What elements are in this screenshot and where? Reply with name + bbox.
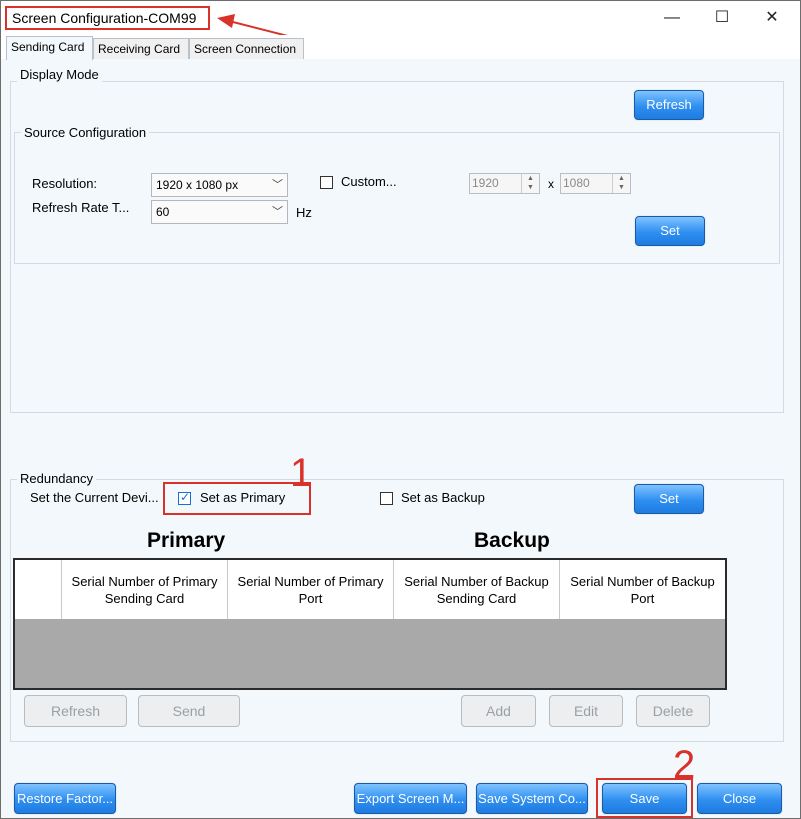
source-set-button[interactable]: Set xyxy=(635,216,705,246)
source-configuration-label: Source Configuration xyxy=(21,125,150,140)
redundancy-table: Serial Number of Primary Sending Card Se… xyxy=(13,558,727,690)
tab-sending-card[interactable]: Sending Card xyxy=(6,36,93,60)
table-send-button[interactable]: Send xyxy=(138,695,240,727)
primary-heading: Primary xyxy=(147,529,226,552)
set-as-backup-checkbox[interactable] xyxy=(380,492,393,505)
refresh-rate-label: Refresh Rate T... xyxy=(32,200,130,215)
hz-unit-label: Hz xyxy=(296,205,312,220)
set-as-primary-label: Set as Primary xyxy=(200,490,286,505)
table-header-row: Serial Number of Primary Sending Card Se… xyxy=(15,560,725,619)
table-add-button[interactable]: Add xyxy=(461,695,536,727)
tab-screen-connection[interactable]: Screen Connection xyxy=(189,38,304,59)
set-as-primary-checkbox[interactable]: ✓ xyxy=(178,490,191,505)
custom-width-value: 1920 xyxy=(472,176,499,190)
table-header-primary-port: Serial Number of Primary Port xyxy=(227,560,393,619)
custom-checkbox[interactable] xyxy=(320,176,333,189)
tab-receiving-card[interactable]: Receiving Card xyxy=(93,38,189,59)
chevron-down-icon: ﹀ xyxy=(272,179,283,191)
display-mode-label: Display Mode xyxy=(17,67,102,82)
redundancy-label: Redundancy xyxy=(17,471,96,486)
table-delete-button[interactable]: Delete xyxy=(636,695,710,727)
custom-height-input[interactable]: 1080 ▲ ▼ xyxy=(560,173,631,194)
table-refresh-button[interactable]: Refresh xyxy=(24,695,127,727)
refresh-rate-value: 60 xyxy=(156,205,170,219)
restore-factory-button[interactable]: Restore Factor... xyxy=(14,783,116,814)
refresh-rate-select[interactable]: 60 ﹀ xyxy=(151,200,288,224)
title-highlight-box xyxy=(5,6,210,30)
custom-label: Custom... xyxy=(341,174,397,189)
redundancy-set-button[interactable]: Set xyxy=(634,484,704,514)
display-refresh-button[interactable]: Refresh xyxy=(634,90,704,120)
close-window-button[interactable]: ✕ xyxy=(749,6,795,30)
export-screen-button[interactable]: Export Screen M... xyxy=(354,783,467,814)
save-button[interactable]: Save xyxy=(602,783,687,814)
spinner-arrows-icon[interactable]: ▲ ▼ xyxy=(612,174,630,193)
table-header-backup-card: Serial Number of Backup Sending Card xyxy=(393,560,559,619)
save-system-config-button[interactable]: Save System Co... xyxy=(476,783,588,814)
custom-height-value: 1080 xyxy=(563,176,590,190)
minimize-button[interactable]: — xyxy=(649,6,695,30)
screen-configuration-window: Screen Configuration-COM99 — ☐ ✕ Sending… xyxy=(0,0,801,819)
chevron-down-icon: ﹀ xyxy=(272,206,283,218)
resolution-label: Resolution: xyxy=(32,176,98,191)
annotation-marker-1: 1 xyxy=(290,451,313,495)
set-as-backup-label: Set as Backup xyxy=(401,490,485,505)
backup-heading: Backup xyxy=(474,529,550,552)
table-header-backup-port: Serial Number of Backup Port xyxy=(559,560,725,619)
close-button[interactable]: Close xyxy=(697,783,782,814)
checkmark-icon: ✓ xyxy=(180,490,191,504)
annotation-marker-2: 2 xyxy=(673,743,696,787)
table-header-primary-card: Serial Number of Primary Sending Card xyxy=(61,560,227,619)
dimension-separator: x xyxy=(548,177,554,191)
custom-width-input[interactable]: 1920 ▲ ▼ xyxy=(469,173,540,194)
maximize-button[interactable]: ☐ xyxy=(699,6,745,30)
spinner-arrows-icon[interactable]: ▲ ▼ xyxy=(521,174,539,193)
title-bar: Screen Configuration-COM99 — ☐ ✕ xyxy=(1,1,800,48)
table-edit-button[interactable]: Edit xyxy=(549,695,623,727)
current-device-label: Set the Current Devi... xyxy=(30,490,159,505)
resolution-value: 1920 x 1080 px xyxy=(156,178,239,192)
resolution-select[interactable]: 1920 x 1080 px ﹀ xyxy=(151,173,288,197)
